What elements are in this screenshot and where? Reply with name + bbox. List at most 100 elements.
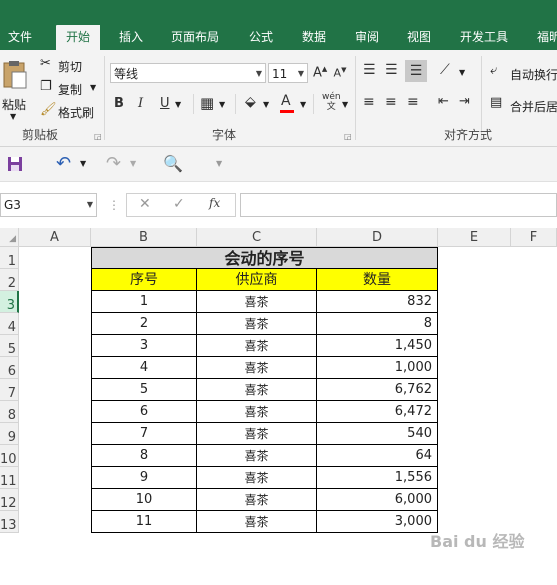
format-painter-button[interactable]: 🖌 格式刷 (40, 102, 100, 120)
cell-quantity[interactable]: 832 (317, 291, 438, 313)
cell-seq-number[interactable]: 5 (91, 379, 197, 401)
chevron-down-icon[interactable]: ▼ (459, 68, 465, 77)
cell-quantity[interactable]: 1,000 (317, 357, 438, 379)
row-header[interactable]: 10 (0, 445, 19, 467)
tab-page-layout[interactable]: 页面布局 (171, 26, 219, 50)
align-middle-icon[interactable]: ☰ (385, 62, 398, 78)
cell-seq-number[interactable]: 2 (91, 313, 197, 335)
tab-file[interactable]: 文件 (8, 26, 32, 50)
italic-button[interactable]: I (138, 96, 143, 111)
cell-quantity[interactable]: 6,762 (317, 379, 438, 401)
worksheet-grid[interactable]: ◢ ABCDEF 1 2 3 4 5 6 7 8 9 10 11 12 13 会动的序号 序号 供应商 数量 1… (0, 228, 557, 585)
align-right-icon[interactable]: ≡ (407, 94, 419, 110)
increase-font-size-icon[interactable]: A▲ (313, 65, 327, 80)
tab-data[interactable]: 数据 (302, 26, 326, 50)
column-header-e[interactable]: E (438, 228, 511, 247)
row-header[interactable]: 4 (0, 313, 19, 335)
cell-supplier[interactable]: 喜茶 (197, 379, 317, 401)
font-name-select[interactable]: 等线 ▼ (110, 63, 266, 83)
cell-seq-number[interactable]: 10 (91, 489, 197, 511)
wrap-text-button[interactable]: ⤶ 自动换行 (490, 63, 557, 83)
cell-supplier[interactable]: 喜茶 (197, 423, 317, 445)
tab-insert[interactable]: 插入 (119, 26, 143, 50)
merge-center-button[interactable]: ▤ 合并后居 (490, 95, 557, 115)
cell-supplier[interactable]: 喜茶 (197, 291, 317, 313)
cell-supplier[interactable]: 喜茶 (197, 313, 317, 335)
column-header-d[interactable]: D (317, 228, 438, 247)
cell-quantity[interactable]: 8 (317, 313, 438, 335)
dialog-launcher-icon[interactable]: ◲ (94, 132, 102, 141)
row-header[interactable]: 2 (0, 269, 19, 291)
orientation-icon[interactable]: ⟋ (440, 62, 450, 78)
cell-quantity[interactable]: 1,450 (317, 335, 438, 357)
tab-formulas[interactable]: 公式 (249, 26, 273, 50)
cell-quantity[interactable]: 6,472 (317, 401, 438, 423)
align-center-icon[interactable]: ≡ (385, 94, 397, 110)
column-header-c[interactable]: C (197, 228, 317, 247)
column-header-a[interactable]: A (19, 228, 91, 247)
cell-seq-number[interactable]: 8 (91, 445, 197, 467)
select-all-corner[interactable]: ◢ (0, 228, 19, 247)
redo-icon[interactable]: ↷ (106, 153, 121, 174)
font-size-select[interactable]: 11 ▼ (268, 63, 308, 83)
dialog-launcher-icon[interactable]: ◲ (344, 132, 352, 141)
align-top-icon[interactable]: ☰ (363, 62, 376, 78)
save-icon[interactable] (7, 156, 23, 172)
cancel-icon[interactable]: ✕ (139, 196, 151, 212)
underline-button[interactable]: U (160, 96, 170, 111)
tab-foxit[interactable]: 福昕 (537, 26, 557, 50)
chevron-down-icon[interactable]: ▼ (175, 100, 181, 109)
cell-supplier[interactable]: 喜茶 (197, 357, 317, 379)
name-box[interactable]: G3 ▼ (0, 193, 97, 217)
row-header[interactable]: 7 (0, 379, 19, 401)
chevron-down-icon[interactable]: ▼ (300, 100, 306, 109)
tab-review[interactable]: 审阅 (355, 26, 379, 50)
copy-button[interactable]: ❐ 复制 ▼ (40, 79, 100, 97)
enter-icon[interactable]: ✓ (173, 196, 185, 212)
bold-button[interactable]: B (114, 96, 124, 111)
row-header[interactable]: 1 (0, 247, 19, 269)
column-header-b[interactable]: B (91, 228, 197, 247)
align-bottom-icon[interactable]: ☰ (405, 60, 427, 82)
row-header[interactable]: 13 (0, 511, 19, 533)
cell-supplier[interactable]: 喜茶 (197, 335, 317, 357)
row-header[interactable]: 8 (0, 401, 19, 423)
chevron-down-icon[interactable]: ▼ (80, 159, 86, 168)
table-header-cell[interactable]: 数量 (317, 269, 438, 291)
chevron-down-icon[interactable]: ▼ (263, 100, 269, 109)
increase-indent-icon[interactable]: ⇥ (459, 94, 470, 109)
cut-button[interactable]: ✂ 剪切 (40, 56, 90, 74)
formula-input[interactable] (240, 193, 557, 217)
phonetic-guide-icon[interactable]: wén 文 (322, 92, 341, 112)
cell-seq-number[interactable]: 11 (91, 511, 197, 533)
cell-supplier[interactable]: 喜茶 (197, 489, 317, 511)
row-header[interactable]: 6 (0, 357, 19, 379)
tab-developer[interactable]: 开发工具 (460, 26, 508, 50)
print-preview-icon[interactable]: 🔍 (163, 154, 183, 173)
row-header[interactable]: 5 (0, 335, 19, 357)
borders-icon[interactable]: ▦ (200, 94, 214, 112)
table-header-cell[interactable]: 供应商 (197, 269, 317, 291)
tab-view[interactable]: 视图 (407, 26, 431, 50)
decrease-font-size-icon[interactable]: A▼ (333, 66, 347, 80)
cell-seq-number[interactable]: 1 (91, 291, 197, 313)
column-header-f[interactable]: F (511, 228, 557, 247)
cell-seq-number[interactable]: 7 (91, 423, 197, 445)
customize-qat-icon[interactable]: ▼ (216, 159, 222, 168)
chevron-down-icon[interactable]: ▼ (219, 100, 225, 109)
cell-quantity[interactable]: 6,000 (317, 489, 438, 511)
cell-seq-number[interactable]: 9 (91, 467, 197, 489)
cell-seq-number[interactable]: 4 (91, 357, 197, 379)
paste-button[interactable]: 粘贴 ▼ (0, 56, 32, 121)
table-title[interactable]: 会动的序号 (91, 247, 438, 269)
fill-color-icon[interactable]: ⬙ (245, 94, 256, 110)
cell-seq-number[interactable]: 6 (91, 401, 197, 423)
table-header-cell[interactable]: 序号 (91, 269, 197, 291)
chevron-down-icon[interactable]: ▼ (342, 100, 348, 109)
row-header[interactable]: 11 (0, 467, 19, 489)
cell-quantity[interactable]: 64 (317, 445, 438, 467)
decrease-indent-icon[interactable]: ⇤ (438, 94, 449, 109)
cell-quantity[interactable]: 3,000 (317, 511, 438, 533)
cell-seq-number[interactable]: 3 (91, 335, 197, 357)
cell-quantity[interactable]: 1,556 (317, 467, 438, 489)
